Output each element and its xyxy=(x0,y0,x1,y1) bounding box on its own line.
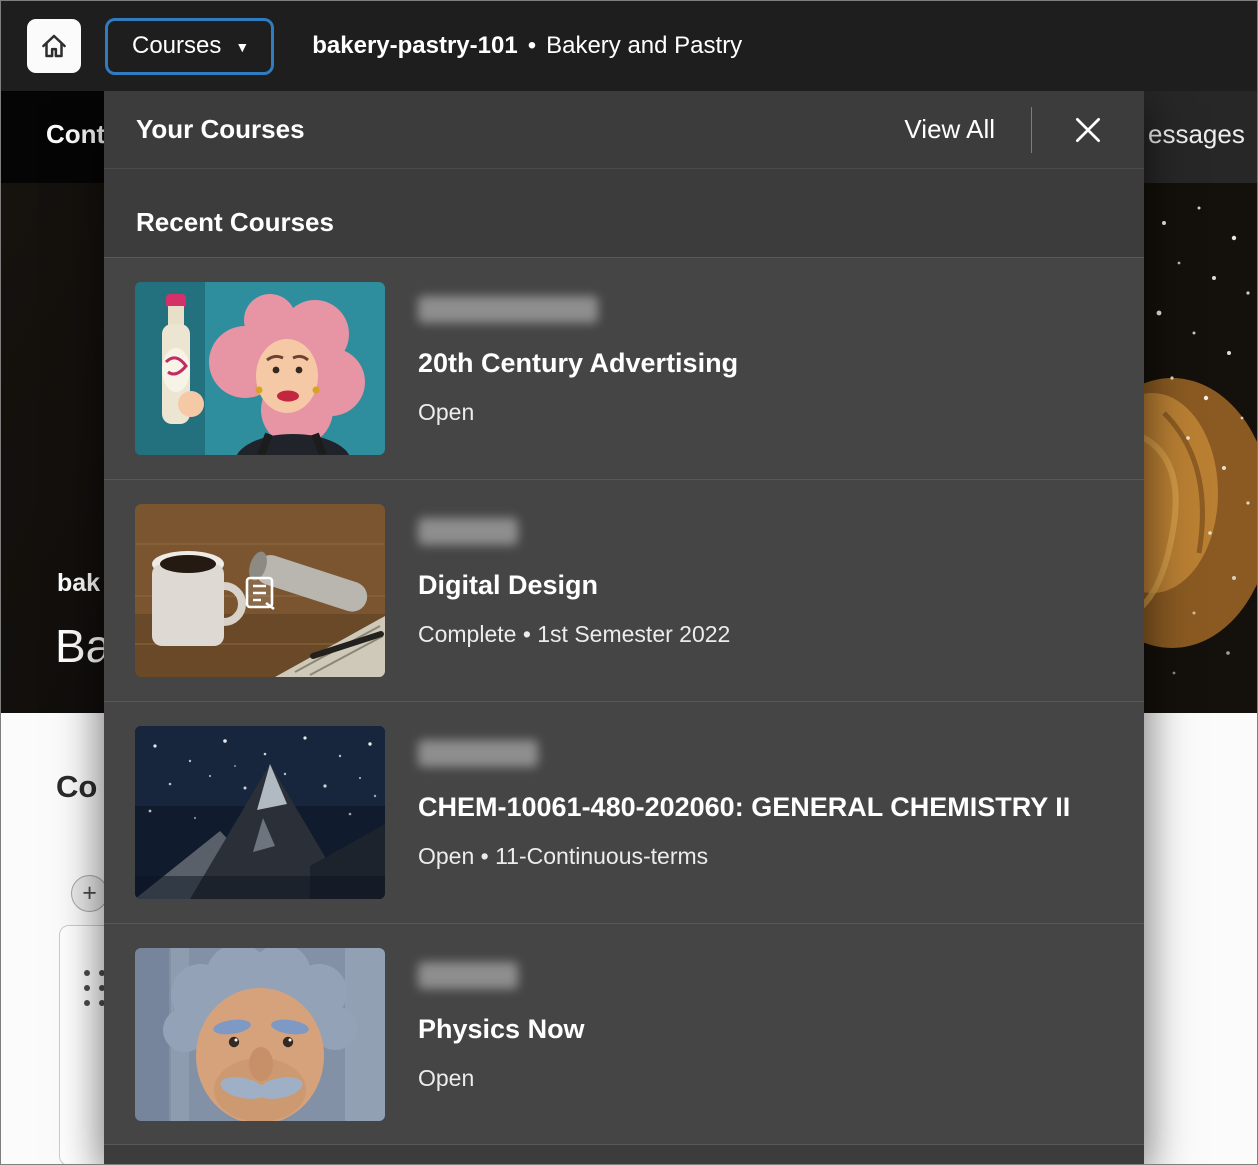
course-row-text: CHEM-10061-480-202060: GENERAL CHEMISTRY… xyxy=(418,726,1070,870)
hero-course-id-partial: bak xyxy=(57,569,100,598)
course-list-item[interactable]: CHEM-10061-480-202060: GENERAL CHEMISTRY… xyxy=(104,701,1144,923)
course-title: Physics Now xyxy=(418,1014,585,1045)
course-list-item[interactable]: Physics Now Open xyxy=(104,923,1144,1145)
close-button[interactable] xyxy=(1066,108,1110,152)
course-title: 20th Century Advertising xyxy=(418,348,738,379)
tab-content-partial[interactable]: Cont xyxy=(46,119,105,150)
course-name-label: Bakery and Pastry xyxy=(546,32,742,59)
course-row-text: Physics Now Open xyxy=(418,948,585,1092)
course-status: Open • 11-Continuous-terms xyxy=(418,843,1070,870)
course-status: Open xyxy=(418,399,738,426)
separator-dot: • xyxy=(528,32,536,59)
course-thumbnail-einstein-figure xyxy=(135,948,385,1121)
plus-icon: + xyxy=(82,879,97,908)
your-courses-panel: Your Courses View All Recent Courses xyxy=(104,91,1144,1165)
panel-title: Your Courses xyxy=(136,114,305,145)
course-id-label: bakery-pastry-101 xyxy=(312,32,517,59)
breadcrumb: bakery-pastry-101 • Bakery and Pastry xyxy=(312,32,742,60)
course-list-item[interactable]: 20th Century Advertising Open xyxy=(104,257,1144,479)
chevron-down-icon: ▼ xyxy=(235,39,249,55)
course-status: Open xyxy=(418,1065,585,1092)
view-all-link[interactable]: View All xyxy=(904,114,995,145)
pastry-illustration xyxy=(1144,183,1258,713)
top-navigation-bar: Courses ▼ bakery-pastry-101 • Bakery and P… xyxy=(1,1,1257,91)
tab-messages-partial[interactable]: essages xyxy=(1148,119,1245,150)
blurred-course-id-badge xyxy=(418,296,598,323)
course-thumbnail-starry-mountain xyxy=(135,726,385,899)
hero-course-title-partial: Ba xyxy=(55,619,111,673)
content-heading-partial: Co xyxy=(56,769,97,805)
panel-header: Your Courses View All xyxy=(104,91,1144,169)
course-thumbnail-pinup-advertising xyxy=(135,282,385,455)
course-status: Complete • 1st Semester 2022 xyxy=(418,621,730,648)
courses-menu-button[interactable]: Courses ▼ xyxy=(105,18,274,75)
course-row-text: 20th Century Advertising Open xyxy=(418,282,738,426)
blurred-course-id-badge xyxy=(418,962,518,989)
blurred-course-id-badge xyxy=(418,740,538,767)
drag-handle-icon[interactable] xyxy=(84,970,105,1006)
header-divider xyxy=(1031,107,1032,153)
course-row-text: Digital Design Complete • 1st Semester 2… xyxy=(418,504,730,648)
course-thumbnail-coffee-desk xyxy=(135,504,385,677)
courses-button-label: Courses xyxy=(132,32,221,60)
screen: Cont essages bak Ba Co xyxy=(0,0,1258,1165)
blurred-course-id-badge xyxy=(418,518,518,545)
add-content-button[interactable]: + xyxy=(71,875,108,912)
close-icon xyxy=(1071,113,1105,147)
home-button[interactable] xyxy=(27,19,81,73)
course-title: Digital Design xyxy=(418,570,730,601)
course-title: CHEM-10061-480-202060: GENERAL CHEMISTRY… xyxy=(418,792,1070,823)
course-list-item[interactable]: Digital Design Complete • 1st Semester 2… xyxy=(104,479,1144,701)
recent-courses-heading: Recent Courses xyxy=(104,169,1144,235)
pastry-banner-image xyxy=(1144,183,1258,713)
home-icon xyxy=(39,31,69,61)
